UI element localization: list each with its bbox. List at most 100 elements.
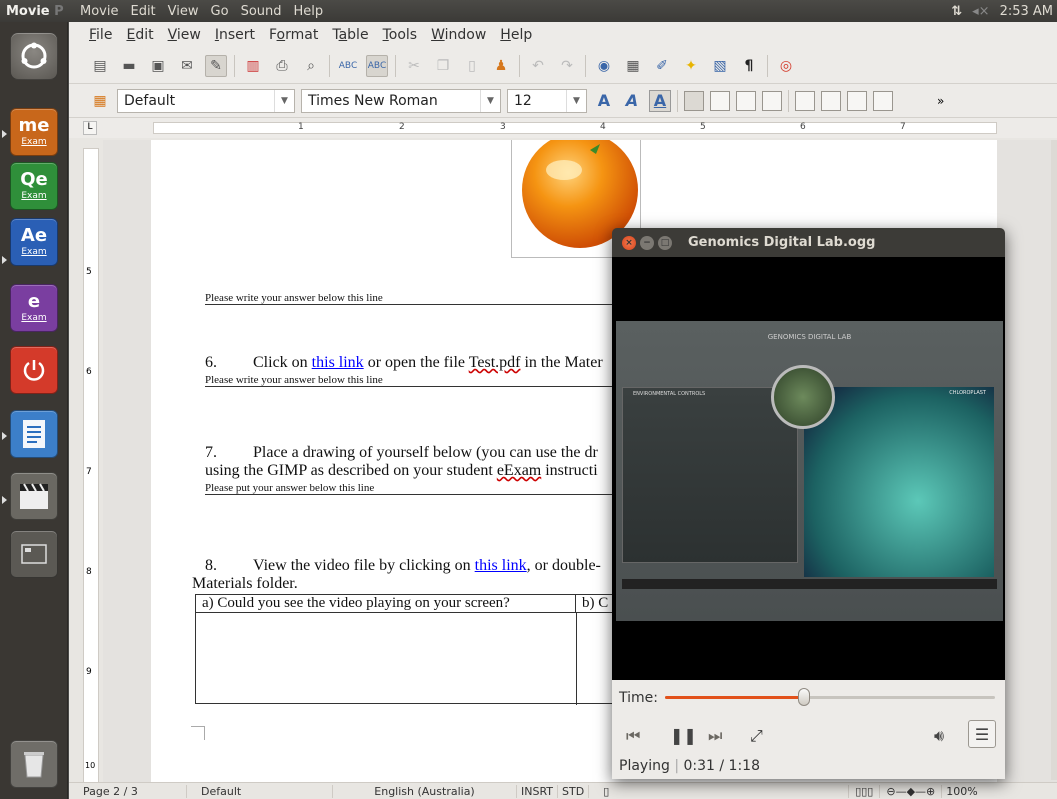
print-preview-icon[interactable]: ⌕ <box>300 55 322 77</box>
launcher-ae-exam[interactable]: Ae Exam <box>10 218 58 266</box>
clone-formatting-icon[interactable]: ♟ <box>490 55 512 77</box>
panel-menu-go[interactable]: Go <box>205 4 235 19</box>
launcher-workspace-switcher[interactable] <box>10 530 58 578</box>
playlist-menu-button[interactable]: ☰ <box>968 720 996 748</box>
volume-icon[interactable]: ◂× <box>972 4 989 19</box>
redo-icon[interactable]: ↷ <box>556 55 578 77</box>
launcher-writer[interactable] <box>10 410 58 458</box>
table-icon[interactable]: ▦ <box>622 55 644 77</box>
minimize-icon[interactable]: − <box>640 235 654 250</box>
status-insert-mode[interactable]: INSRT <box>517 784 559 798</box>
movie-titlebar[interactable]: × − □ Genomics Digital Lab.ogg <box>612 228 1005 257</box>
chevron-down-icon[interactable]: ▼ <box>566 89 586 112</box>
pause-icon[interactable]: ❚❚ <box>670 726 697 745</box>
chevron-down-icon[interactable]: ▼ <box>274 89 294 112</box>
font-name-combo[interactable]: Times New Roman ▼ <box>301 88 501 113</box>
font-size-combo[interactable]: 12 ▼ <box>507 88 587 113</box>
launcher-be-exam[interactable]: e Exam <box>10 284 58 332</box>
cut-icon[interactable]: ✂ <box>403 55 425 77</box>
formatting-marks-icon[interactable]: ¶ <box>738 55 760 77</box>
panel-menu-sound[interactable]: Sound <box>235 4 288 19</box>
gallery-icon[interactable]: ▧ <box>709 55 731 77</box>
print-icon[interactable]: ⎙ <box>271 55 293 77</box>
menu-view[interactable]: View <box>161 27 208 43</box>
decrease-indent-icon[interactable] <box>847 90 867 111</box>
q6-link[interactable]: this link <box>312 354 364 371</box>
status-style[interactable]: Default <box>187 784 333 798</box>
previous-icon[interactable]: ⏮ <box>626 726 640 746</box>
justify-icon[interactable] <box>762 90 782 111</box>
edit-mode-icon[interactable]: ✎ <box>205 54 227 77</box>
align-center-icon[interactable] <box>710 90 730 111</box>
styles-formatting-icon[interactable]: ▦ <box>89 90 111 112</box>
panel-menu-edit[interactable]: Edit <box>124 4 161 19</box>
status-language[interactable]: English (Australia) <box>333 784 517 798</box>
chevron-down-icon[interactable]: ▼ <box>480 89 500 112</box>
network-icon[interactable]: ⇅ <box>951 4 962 19</box>
status-selection-mode[interactable]: STD <box>558 784 590 798</box>
italic-icon[interactable]: A <box>621 90 643 112</box>
ruler-corner-icon[interactable]: L <box>83 121 97 135</box>
seek-bar-knob[interactable] <box>797 688 810 706</box>
increase-indent-icon[interactable] <box>873 90 893 111</box>
hyperlink-icon[interactable]: ◉ <box>593 55 615 77</box>
status-page[interactable]: Page 2 / 3 <box>69 784 187 798</box>
toolbar-overflow-icon[interactable]: » <box>937 94 944 108</box>
show-draw-functions-icon[interactable]: ✐ <box>651 55 673 77</box>
close-icon[interactable]: × <box>622 235 636 250</box>
writer-statusbar: Page 2 / 3 Default English (Australia) I… <box>69 782 1057 799</box>
menu-table[interactable]: Table <box>325 27 375 43</box>
launcher-movie-player[interactable] <box>10 472 58 520</box>
menu-help[interactable]: Help <box>493 27 539 43</box>
numbering-icon[interactable] <box>795 90 815 111</box>
launcher-trash[interactable] <box>10 740 58 788</box>
bullets-icon[interactable] <box>821 90 841 111</box>
save-icon[interactable]: ▣ <box>147 55 169 77</box>
menu-insert[interactable]: Insert <box>208 27 262 43</box>
fullscreen-icon[interactable]: ⤢ <box>750 726 763 746</box>
underline-icon[interactable]: A <box>649 89 671 112</box>
zoom-slider[interactable]: ⊖—◆—⊕ <box>880 784 943 798</box>
undo-icon[interactable]: ↶ <box>527 55 549 77</box>
navigator-icon[interactable]: ✦ <box>680 55 702 77</box>
table-cell-a-header[interactable]: a) Could you see the video playing on yo… <box>196 595 576 613</box>
horizontal-ruler[interactable]: L 1 2 3 4 5 6 7 <box>69 118 1057 138</box>
panel-menu-view[interactable]: View <box>162 4 205 19</box>
q8-link[interactable]: this link <box>475 557 527 574</box>
menu-tools[interactable]: Tools <box>376 27 425 43</box>
spellcheck-icon[interactable]: ABC <box>337 55 359 77</box>
launcher-qe-exam[interactable]: Qe Exam <box>10 162 58 210</box>
launcher-ime-exam[interactable]: me Exam <box>10 108 58 156</box>
status-zoom[interactable]: 100% <box>942 785 981 798</box>
export-pdf-icon[interactable]: ▥ <box>242 55 264 77</box>
new-document-icon[interactable]: ▤ <box>89 55 111 77</box>
align-right-icon[interactable] <box>736 90 756 111</box>
menu-window[interactable]: Window <box>424 27 493 43</box>
email-icon[interactable]: ✉ <box>176 55 198 77</box>
bold-icon[interactable]: A <box>593 90 615 112</box>
menu-format[interactable]: Format <box>262 27 325 43</box>
next-icon[interactable]: ⏭ <box>708 726 722 746</box>
launcher-power[interactable] <box>10 346 58 394</box>
clock[interactable]: 2:53 AM <box>1000 4 1053 19</box>
volume-icon[interactable]: 🔊︎ <box>934 726 944 746</box>
video-area[interactable]: GENOMICS DIGITAL LAB ENVIRONMENTAL CONTR… <box>612 257 1005 680</box>
autospellcheck-icon[interactable]: ABC <box>366 54 388 77</box>
panel-menu-help[interactable]: Help <box>288 4 330 19</box>
dash-home-button[interactable] <box>10 32 58 80</box>
running-indicator <box>2 130 7 138</box>
align-left-icon[interactable] <box>684 90 704 111</box>
paste-icon[interactable]: ▯ <box>461 55 483 77</box>
paragraph-style-combo[interactable]: Default ▼ <box>117 88 295 113</box>
view-layout-icons[interactable]: ▯▯▯ <box>849 784 881 798</box>
panel-menu-movie[interactable]: Movie <box>74 4 124 19</box>
vertical-ruler[interactable]: 5 6 7 8 9 10 <box>83 148 99 798</box>
maximize-icon[interactable]: □ <box>658 235 672 250</box>
copy-icon[interactable]: ❐ <box>432 55 454 77</box>
menu-edit[interactable]: Edit <box>119 27 160 43</box>
seek-bar[interactable] <box>665 688 995 706</box>
menu-file[interactable]: File <box>82 27 119 43</box>
help-lifebuoy-icon[interactable]: ◎ <box>775 55 797 77</box>
open-folder-icon[interactable]: ▬ <box>118 55 140 77</box>
vertical-scrollbar[interactable] <box>1051 140 1057 780</box>
